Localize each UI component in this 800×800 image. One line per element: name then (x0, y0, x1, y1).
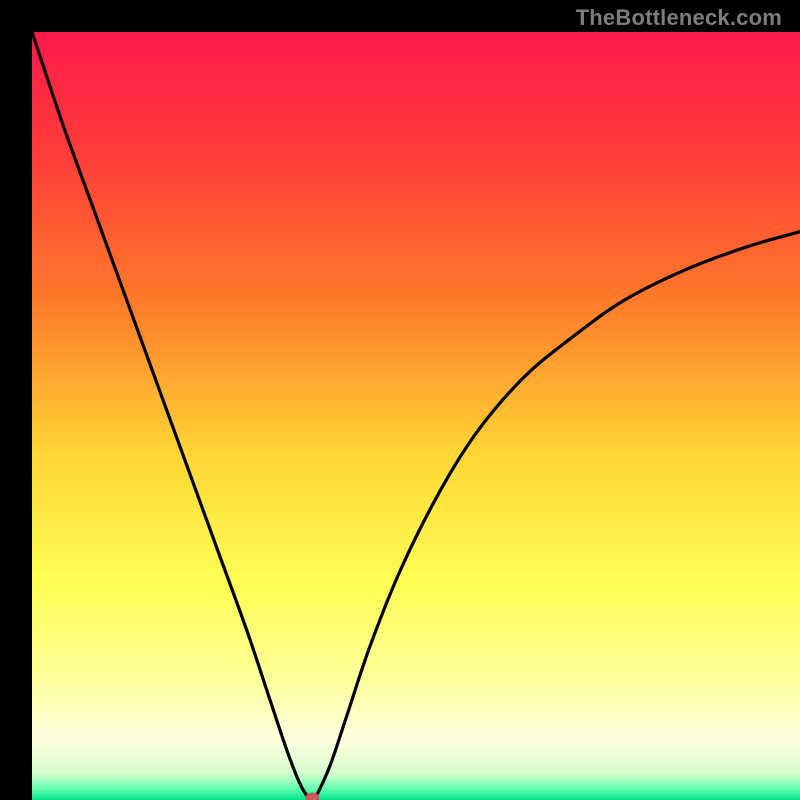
chart-frame (16, 16, 784, 784)
watermark-text: TheBottleneck.com (576, 5, 782, 31)
bottleneck-chart (32, 32, 800, 800)
chart-background (32, 32, 800, 800)
